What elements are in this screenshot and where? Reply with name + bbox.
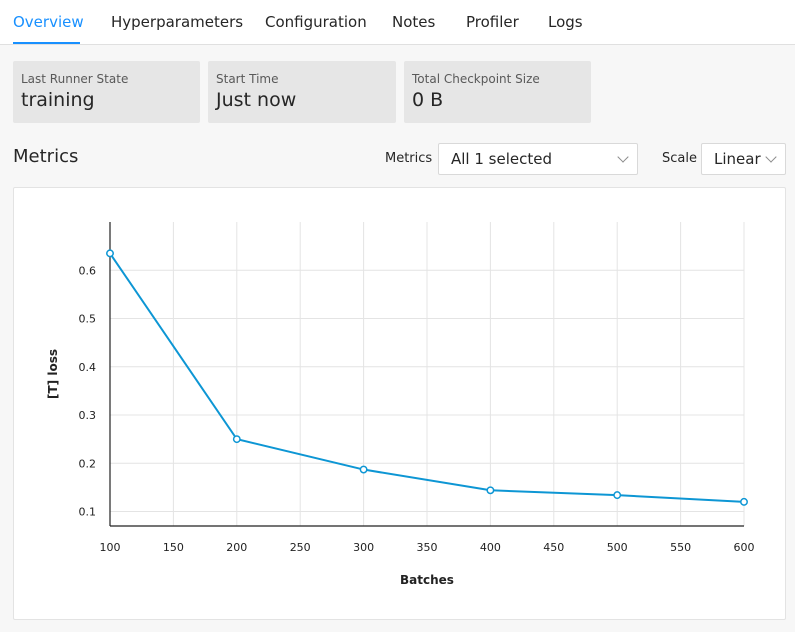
y-axis-label: [T] loss: [46, 349, 60, 399]
y-tick-label: 0.5: [79, 313, 97, 326]
data-point: [740, 497, 748, 506]
card-label: Total Checkpoint Size: [412, 72, 540, 86]
x-tick-label: 400: [480, 541, 501, 554]
y-tick-label: 0.2: [79, 457, 97, 470]
tab-overview[interactable]: Overview: [13, 13, 84, 31]
scale-select[interactable]: Linear: [701, 143, 786, 175]
loss-chart: 100 150 200 250 300 350 400 450 500 550 600 0.1 0.2 0…: [46, 222, 755, 587]
card-value: 0 B: [412, 89, 444, 111]
y-tick-label: 0.1: [79, 506, 97, 519]
tab-logs[interactable]: Logs: [548, 13, 583, 31]
x-tick-label: 100: [100, 541, 121, 554]
x-axis-label: Batches: [400, 573, 454, 587]
x-tick-label: 150: [163, 541, 184, 554]
tab-bar: Overview Hyperparameters Configuration N…: [0, 0, 795, 45]
x-tick-label: 600: [734, 541, 755, 554]
data-point: [486, 486, 495, 495]
y-tick-label: 0.6: [79, 264, 97, 277]
data-point: [613, 491, 622, 500]
data-point: [106, 249, 114, 258]
card-last-runner-state: Last Runner State training: [13, 61, 200, 123]
data-point: [232, 435, 241, 444]
metrics-section-title: Metrics: [13, 146, 79, 167]
x-tick-label: 200: [226, 541, 247, 554]
scale-select-label: Scale: [662, 151, 697, 166]
tab-hyperparameters[interactable]: Hyperparameters: [111, 13, 243, 31]
x-tick-label: 300: [353, 541, 374, 554]
card-label: Last Runner State: [21, 72, 129, 86]
active-tab-indicator: [13, 42, 80, 44]
y-tick-label: 0.4: [79, 361, 97, 374]
data-point: [359, 465, 368, 474]
card-start-time: Start Time Just now: [208, 61, 396, 123]
tab-configuration[interactable]: Configuration: [265, 13, 367, 31]
metrics-select[interactable]: All 1 selected: [438, 143, 638, 175]
metrics-select-label: Metrics: [385, 151, 433, 166]
scale-select-value: Linear: [714, 150, 761, 168]
chevron-down-icon: [617, 151, 629, 163]
card-label: Start Time: [216, 72, 279, 86]
x-tick-label: 350: [417, 541, 438, 554]
metrics-select-value: All 1 selected: [451, 150, 552, 168]
chevron-down-icon: [765, 151, 777, 163]
x-tick-label: 250: [290, 541, 311, 554]
chart-card: 100 150 200 250 300 350 400 450 500 550 600 0.1 0.2 0…: [13, 187, 786, 620]
card-value: training: [21, 89, 95, 111]
tab-notes[interactable]: Notes: [392, 13, 435, 31]
card-total-checkpoint-size: Total Checkpoint Size 0 B: [404, 61, 591, 123]
tab-profiler[interactable]: Profiler: [466, 13, 519, 31]
card-value: Just now: [216, 89, 297, 111]
x-tick-label: 550: [670, 541, 691, 554]
y-tick-label: 0.3: [79, 409, 97, 422]
x-tick-label: 450: [543, 541, 564, 554]
x-tick-label: 500: [607, 541, 628, 554]
